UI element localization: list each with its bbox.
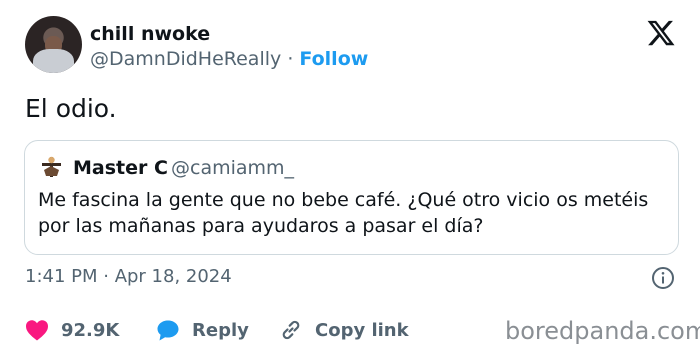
like-count: 92.9K — [61, 319, 120, 341]
author-avatar[interactable] — [25, 16, 82, 73]
watermark: boredpanda.com — [505, 317, 700, 345]
link-icon — [282, 320, 300, 340]
tweet-text: El odio. — [25, 94, 117, 123]
copy-link-button[interactable]: Copy link — [279, 317, 409, 343]
copy-link-label: Copy link — [315, 319, 409, 341]
author-handle-row: @DamnDidHeReally · Follow — [90, 47, 368, 71]
quoted-author-name: Master C — [73, 157, 168, 179]
quoted-tweet-card[interactable]: Master C @camiamm_ Me fascina la gente q… — [24, 140, 679, 255]
quoted-author-handle: @camiamm_ — [171, 157, 295, 179]
info-icon[interactable] — [651, 266, 675, 290]
heart-icon — [26, 320, 48, 341]
reply-button[interactable]: Reply — [156, 317, 249, 343]
like-button[interactable]: 92.9K — [25, 317, 119, 343]
author-handle[interactable]: @DamnDidHeReally — [90, 48, 281, 70]
author-name[interactable]: chill nwoke — [90, 22, 210, 46]
reply-label: Reply — [192, 319, 249, 341]
quoted-tweet-text: Me fascina la gente que no bebe café. ¿Q… — [38, 189, 649, 237]
quoted-avatar — [42, 156, 61, 177]
x-logo-icon[interactable] — [645, 18, 677, 48]
reply-bubble-icon — [157, 320, 179, 341]
tweet-timestamp[interactable]: 1:41 PM · Apr 18, 2024 — [25, 264, 232, 290]
avatar-coat — [33, 49, 74, 73]
handle-separator: · — [287, 48, 294, 70]
follow-button[interactable]: Follow — [299, 48, 368, 70]
